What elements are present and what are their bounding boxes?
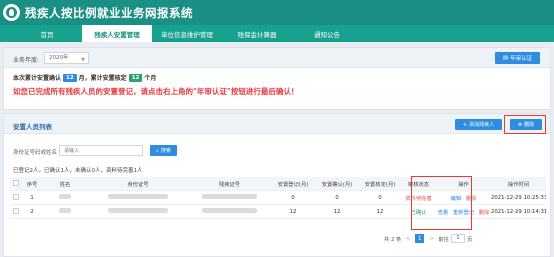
nav-item-notices[interactable]: 通知公告 — [292, 25, 362, 42]
row-no: 1 — [30, 194, 34, 201]
logo-icon — [3, 4, 20, 21]
nav-item-unit-info[interactable]: 单位信息维护管理 — [152, 25, 222, 42]
reg-months: 0 — [291, 194, 295, 201]
total-count: 共 2 条 — [384, 236, 402, 243]
search-button[interactable]: ⌕ 搜索 — [150, 145, 177, 156]
year-select-value: 2020年 — [49, 55, 69, 61]
year-label: 业务年度: — [13, 57, 40, 64]
app-header: 残疾人按比例就业业务网报系统 — [0, 0, 554, 25]
list-title: 安置人员列表 — [13, 123, 52, 131]
search-input[interactable] — [59, 145, 143, 156]
confirm-months: 0 — [335, 194, 339, 201]
header-confirm-months: 安置确认(月) — [321, 181, 353, 188]
nav-item-home[interactable]: 首页 — [12, 25, 82, 42]
header-id-number: 身份证号 — [127, 181, 149, 188]
header-approve-months: 安置核定(月) — [364, 181, 396, 188]
summary-toolbar: 业务年度: 2020年 ▼ ▤ 年审认证 — [4, 48, 550, 68]
header-name: 姓名 — [59, 181, 71, 188]
name-redacted — [42, 194, 88, 201]
header-disability-card: 残疾证号 — [218, 181, 241, 188]
summary-panel: 业务年度: 2020年 ▼ ▤ 年审认证 本次累计安置确认 12 月，累计安置核… — [3, 47, 551, 110]
chevron-down-icon: ▼ — [81, 57, 85, 63]
plus-icon: + — [462, 121, 468, 128]
header-time: 操作时间 — [507, 181, 530, 188]
header-reg-months: 安置登记(月) — [277, 181, 309, 188]
page-unit: 页 — [466, 236, 473, 243]
card-redacted — [188, 194, 271, 201]
approve-months: 0 — [378, 194, 382, 201]
checkbox[interactable] — [13, 207, 19, 214]
nav-item-calculator[interactable]: 残保金计算器 — [222, 25, 292, 42]
annual-review-button[interactable]: ▤ 年审认证 — [495, 52, 540, 64]
row-time: 2021-12-29 10:25:33 — [491, 194, 546, 201]
registration-stats: 已登记2人，已确认1人，未确认0人，资料待完善1人 — [13, 168, 143, 174]
header-select-all[interactable] — [10, 179, 22, 188]
nav-item-placement[interactable]: 残疾人安置管理 — [82, 25, 152, 42]
year-select[interactable]: 2020年 ▼ — [44, 52, 89, 64]
current-page[interactable]: 1 — [415, 234, 425, 243]
id-redacted — [88, 208, 188, 215]
summary-prefix: 本次累计安置确认 — [13, 75, 62, 82]
card-redacted — [188, 208, 271, 215]
summary-suffix: 个月 — [144, 75, 157, 82]
checkbox[interactable] — [13, 179, 19, 186]
search-label: 身份证号码或姓名 — [13, 150, 58, 156]
confirm-months: 12 — [333, 208, 341, 215]
header-no: 序号 — [26, 181, 38, 188]
search-button-label: 搜索 — [160, 148, 171, 154]
highlight-box-delete — [504, 115, 546, 134]
list-toolbar: 安置人员列表 + 添加残疾人 ⊗ 删除 — [4, 114, 550, 134]
approve-months: 12 — [376, 208, 384, 215]
row-select[interactable] — [10, 207, 22, 216]
list-panel: 安置人员列表 + 添加残疾人 ⊗ 删除 身份证号码或姓名 ⌕ 搜索 已登记2人，… — [3, 113, 551, 257]
annual-review-label: 年审认证 — [510, 56, 533, 62]
document-icon: ▤ — [502, 55, 509, 61]
approved-count-badge: 12 — [128, 73, 143, 82]
summary-mid: 月，累计安置核定 — [78, 75, 127, 82]
row-time: 2021-12-29 10:14:31 — [491, 208, 546, 215]
delete-link[interactable]: 删除 — [479, 210, 490, 216]
highlight-box-actions — [411, 176, 472, 230]
warning-message: 如您已完成所有残疾人员的安置登记，请点击右上角的"年审认证"按钮进行最后确认！ — [13, 87, 299, 96]
prev-page-button[interactable]: < — [403, 234, 412, 243]
pagination: 共 2 条 < 1 > 前往 1 页 — [384, 234, 472, 243]
add-disabled-person-button[interactable]: + 添加残疾人 — [455, 119, 502, 130]
id-redacted — [88, 194, 188, 201]
main-nav: 首页 残疾人安置管理 单位信息维护管理 残保金计算器 通知公告 — [0, 25, 554, 42]
name-redacted — [42, 208, 88, 215]
page-input[interactable]: 1 — [450, 234, 465, 243]
summary-line: 本次累计安置确认 12 月，累计安置核定 12 个月 — [13, 73, 156, 82]
next-page-button[interactable]: > — [427, 234, 436, 243]
reg-months: 12 — [289, 208, 297, 215]
row-select[interactable] — [10, 193, 22, 202]
row-no: 2 — [30, 208, 34, 215]
search-icon: ⌕ — [156, 147, 159, 154]
confirmed-count-badge: 12 — [63, 73, 77, 82]
add-button-label: 添加残疾人 — [469, 122, 495, 128]
app-title: 残疾人按比例就业业务网报系统 — [25, 5, 193, 20]
goto-label: 前往 — [438, 236, 449, 243]
checkbox[interactable] — [13, 193, 19, 200]
